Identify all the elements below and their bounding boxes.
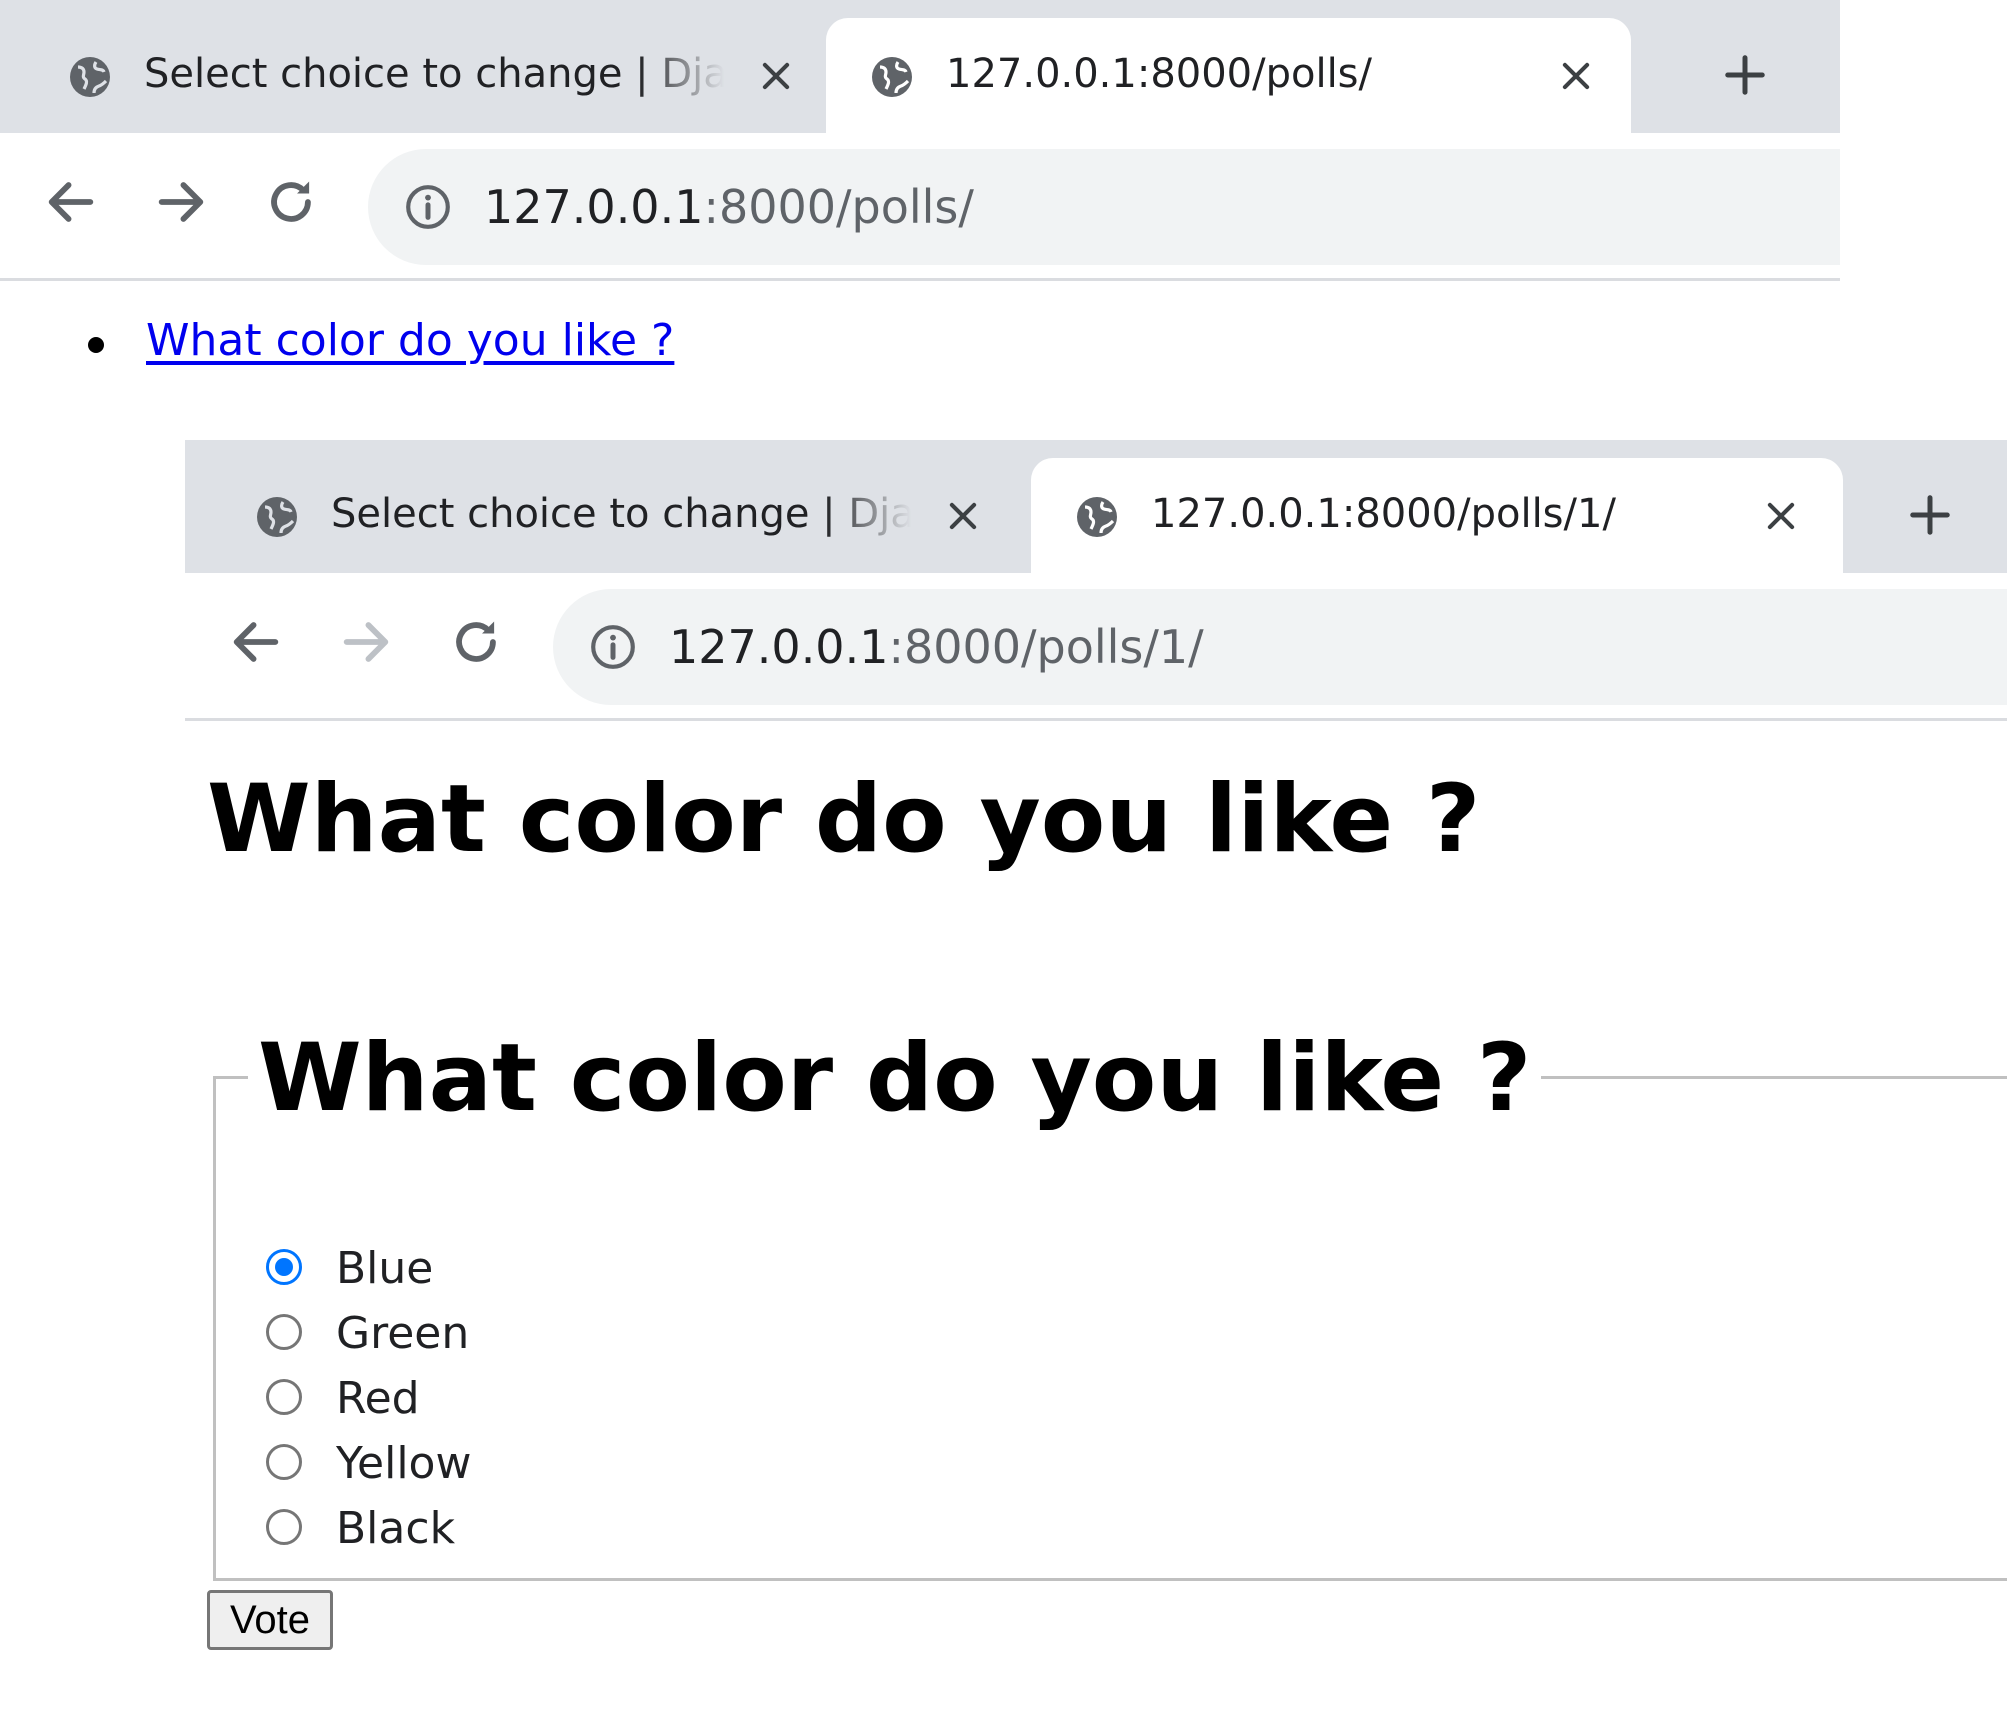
radio-button[interactable] (266, 1314, 302, 1350)
url-path: :8000/polls/1/ (888, 620, 1204, 674)
tab-title: Select choice to change | Django (144, 51, 724, 97)
choice-label[interactable]: Black (336, 1499, 455, 1559)
address-bar[interactable]: 127.0.0.1:8000/polls/1/ (553, 589, 2007, 705)
forward-arrow-icon (343, 622, 389, 662)
reload-icon[interactable] (262, 173, 320, 231)
tab-title: Select choice to change | Django (331, 491, 911, 537)
page-title: What color do you like ? (207, 765, 1481, 874)
tab-poll-detail[interactable]: 127.0.0.1:8000/polls/1/ (1031, 458, 1843, 573)
info-icon[interactable] (588, 622, 638, 672)
info-icon[interactable] (403, 182, 453, 232)
poll-link[interactable]: What color do you like ? (146, 315, 674, 366)
url-text: 127.0.0.1:8000/polls/ (484, 177, 974, 237)
page-content: What color do you like ? What color do y… (185, 721, 2007, 1711)
globe-icon (872, 57, 912, 97)
choice-label[interactable]: Yellow (336, 1434, 471, 1494)
globe-icon (70, 57, 110, 97)
choice-label[interactable]: Blue (336, 1239, 433, 1299)
tab-django-admin[interactable]: Select choice to change | Django (0, 18, 822, 133)
choices-fieldset: What color do you like ? Blue Green Red (213, 1029, 2007, 1581)
poll-list: What color do you like ? (88, 309, 674, 373)
new-tab-icon[interactable] (1722, 52, 1768, 98)
radio-button[interactable] (266, 1379, 302, 1415)
tab-django-admin[interactable]: Select choice to change | Django (211, 458, 1011, 573)
fieldset-legend: What color do you like ? (248, 1029, 1542, 1129)
address-bar[interactable]: 127.0.0.1:8000/polls/ (368, 149, 1840, 265)
url-path: :8000/polls/ (703, 180, 974, 234)
browser-toolbar: 127.0.0.1:8000/polls/1/ (185, 573, 2007, 721)
browser-window-poll-detail: Select choice to change | Django 127.0.0… (185, 440, 2007, 1711)
new-tab-icon[interactable] (1907, 492, 1953, 538)
choice-label[interactable]: Green (336, 1304, 469, 1364)
choice-label[interactable]: Red (336, 1369, 420, 1429)
back-arrow-icon[interactable] (227, 613, 285, 671)
radio-button[interactable] (266, 1444, 302, 1480)
radio-button[interactable] (266, 1509, 302, 1545)
list-item: What color do you like ? (88, 309, 674, 373)
bullet (88, 337, 104, 353)
tab-polls-index[interactable]: 127.0.0.1:8000/polls/ (826, 18, 1631, 133)
tab-title: 127.0.0.1:8000/polls/ (946, 51, 1372, 97)
globe-icon (1077, 497, 1117, 537)
close-icon[interactable] (1557, 57, 1595, 95)
url-text: 127.0.0.1:8000/polls/1/ (669, 617, 1204, 677)
close-icon[interactable] (757, 57, 795, 95)
radio-button[interactable] (266, 1249, 302, 1285)
close-icon[interactable] (944, 497, 982, 535)
browser-window-polls-index: Select choice to change | Django 127.0.0… (0, 0, 1840, 400)
forward-arrow-icon[interactable] (152, 173, 210, 231)
vote-button[interactable]: Vote (207, 1590, 333, 1650)
tab-strip: Select choice to change | Django 127.0.0… (0, 0, 1840, 133)
close-icon[interactable] (1762, 497, 1800, 535)
reload-icon[interactable] (447, 613, 505, 671)
browser-toolbar: 127.0.0.1:8000/polls/ (0, 133, 1840, 281)
tab-strip: Select choice to change | Django 127.0.0… (185, 440, 2007, 573)
url-host: 127.0.0.1 (669, 620, 889, 674)
url-host: 127.0.0.1 (484, 180, 704, 234)
page-content: What color do you like ? (0, 281, 1840, 400)
globe-icon (257, 497, 297, 537)
tab-title: 127.0.0.1:8000/polls/1/ (1151, 491, 1616, 537)
back-arrow-icon[interactable] (42, 173, 100, 231)
